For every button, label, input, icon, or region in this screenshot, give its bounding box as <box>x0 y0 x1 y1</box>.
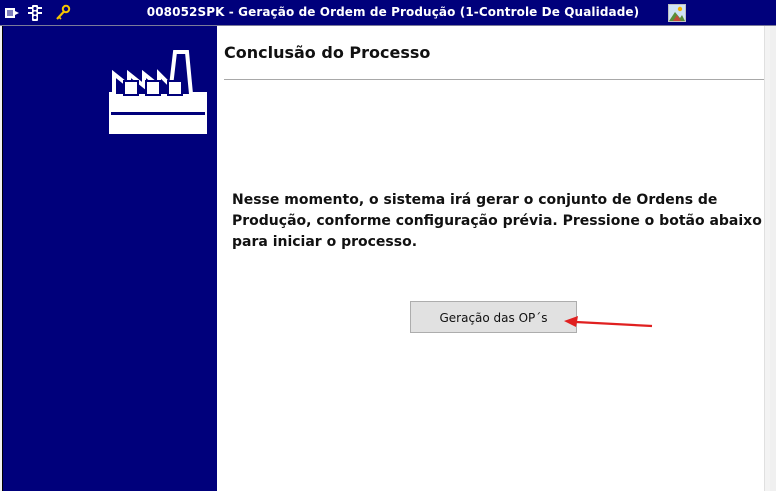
red-arrow-annotation <box>562 312 654 334</box>
title-bar: 008052SPK - Geração de Ordem de Produção… <box>0 0 776 26</box>
vertical-scrollbar[interactable] <box>764 26 770 491</box>
sidebar-panel <box>3 26 217 491</box>
main-panel: Conclusão do Processo Nesse momento, o s… <box>217 26 770 491</box>
window-title: 008052SPK - Geração de Ordem de Produção… <box>146 5 640 19</box>
wizard-window: Conclusão do Processo Nesse momento, o s… <box>2 26 770 491</box>
instruction-message: Nesse momento, o sistema irá gerar o con… <box>232 192 762 250</box>
generate-orders-button[interactable]: Geração das OP´s <box>410 301 577 333</box>
image-icon[interactable] <box>668 4 686 22</box>
factory-icon <box>109 46 207 136</box>
page-title: Conclusão do Processo <box>224 43 431 62</box>
title-divider <box>224 79 767 80</box>
